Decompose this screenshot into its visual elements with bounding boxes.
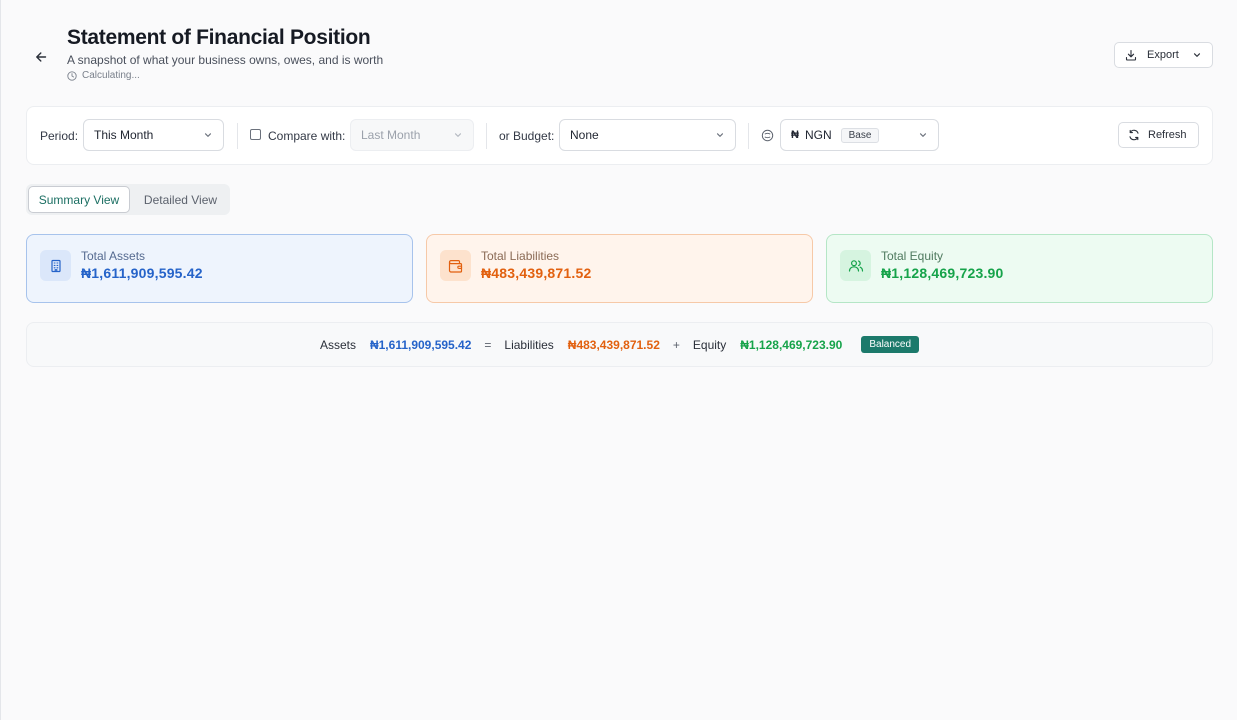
users-icon (848, 259, 863, 272)
refresh-label: Refresh (1148, 129, 1187, 141)
wallet-icon (448, 259, 463, 273)
budget-value: None (570, 128, 599, 142)
page-header: Statement of Financial Position A snapsh… (26, 22, 1213, 86)
total-assets-card: Total Assets ₦1,611,909,595.42 (26, 234, 413, 303)
equation-liabilities-label: Liabilities (504, 337, 554, 352)
equation-equity-label: Equity (692, 337, 727, 352)
total-liabilities-label: Total Liabilities (481, 249, 560, 263)
calculation-status: Calculating... (67, 70, 140, 81)
total-liabilities-value: ₦483,439,871.52 (481, 265, 592, 281)
total-liabilities-card: Total Liabilities ₦483,439,871.52 (426, 234, 813, 303)
compare-value: Last Month (361, 128, 421, 142)
chevron-down-icon (919, 133, 927, 137)
chevron-down-icon (204, 133, 212, 137)
divider (486, 123, 487, 149)
currency-select[interactable]: ₦ NGN Base (780, 119, 939, 151)
budget-label: or Budget: (499, 129, 555, 143)
building-icon (50, 259, 61, 272)
equation-assets-value: ₦1,611,909,595.42 (369, 337, 472, 352)
filter-bar: Period: This Month Compare with: Last Mo… (26, 106, 1213, 165)
base-badge: Base (840, 127, 880, 143)
divider (748, 123, 749, 149)
total-equity-value: ₦1,128,469,723.90 (881, 265, 1004, 281)
budget-select[interactable]: None (559, 119, 736, 151)
clock-icon (67, 70, 77, 81)
frame-edge (0, 0, 1, 720)
total-assets-label: Total Assets (81, 249, 146, 263)
currency-code: NGN (804, 128, 832, 142)
refresh-button[interactable]: Refresh (1118, 122, 1199, 148)
equals-sign: = (484, 337, 492, 352)
back-button[interactable] (32, 48, 50, 66)
period-value: This Month (94, 128, 154, 142)
liabilities-icon-box (440, 250, 471, 281)
compare-checkbox[interactable] (250, 129, 261, 140)
chevron-down-icon (716, 133, 724, 137)
export-label: Export (1147, 49, 1179, 61)
period-select[interactable]: This Month (83, 119, 224, 151)
status-text: Calculating... (82, 70, 140, 81)
download-icon (1125, 49, 1137, 61)
refresh-icon (1129, 129, 1139, 141)
chevron-down-icon (454, 133, 462, 137)
equity-icon-box (840, 250, 871, 281)
export-button[interactable]: Export (1114, 42, 1213, 68)
compare-label: Compare with: (268, 129, 346, 143)
equation-liabilities-value: ₦483,439,871.52 (567, 337, 660, 352)
page-title: Statement of Financial Position (67, 26, 371, 49)
tab-detailed-view[interactable]: Detailed View (133, 186, 228, 213)
tab-summary-view[interactable]: Summary View (28, 186, 130, 213)
accounting-equation: Assets ₦1,611,909,595.42 = Liabilities ₦… (26, 322, 1213, 367)
page-subtitle: A snapshot of what your business owns, o… (67, 53, 384, 67)
plus-sign: + (672, 337, 680, 352)
balanced-badge: Balanced (861, 336, 920, 353)
divider (237, 123, 238, 149)
arrow-left-icon (36, 52, 47, 62)
coins-icon (761, 129, 774, 142)
assets-icon-box (40, 250, 71, 281)
equation-assets-label: Assets (319, 337, 356, 352)
compare-select[interactable]: Last Month (350, 119, 474, 151)
total-equity-label: Total Equity (881, 249, 944, 263)
total-equity-card: Total Equity ₦1,128,469,723.90 (826, 234, 1213, 303)
view-toggle: Summary View Detailed View (26, 184, 230, 215)
total-assets-value: ₦1,611,909,595.42 (81, 265, 203, 281)
equation-equity-value: ₦1,128,469,723.90 (740, 337, 843, 352)
period-label: Period: (40, 129, 79, 143)
currency-symbol: ₦ (791, 129, 799, 141)
chevron-down-icon (1193, 53, 1201, 57)
